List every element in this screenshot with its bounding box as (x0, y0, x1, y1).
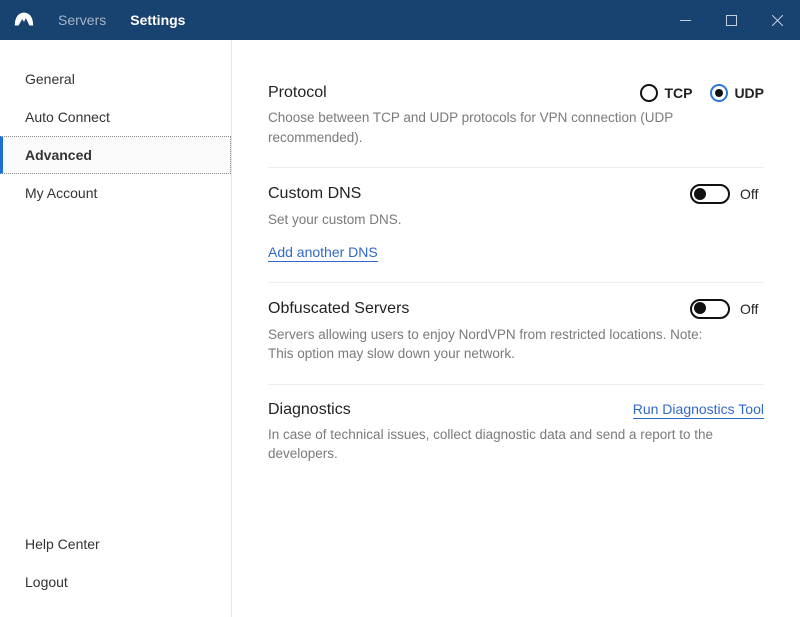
sidebar-item-general[interactable]: General (0, 60, 231, 98)
section-obfuscated: Obfuscated Servers Off Servers allowing … (268, 283, 764, 385)
protocol-radio-udp[interactable]: UDP (710, 84, 764, 102)
toggle-knob-icon (694, 302, 706, 314)
top-tabs: Servers Settings (58, 12, 185, 28)
mountain-logo-icon (13, 9, 35, 31)
section-custom-dns: Custom DNS Off Set your custom DNS. Add … (268, 168, 764, 283)
app-body: General Auto Connect Advanced My Account… (0, 40, 800, 617)
sidebar-item-auto-connect[interactable]: Auto Connect (0, 98, 231, 136)
settings-content: Protocol TCP UDP Choose between TCP and … (232, 40, 800, 617)
protocol-desc: Choose between TCP and UDP protocols for… (268, 108, 728, 147)
run-diagnostics-link[interactable]: Run Diagnostics Tool (633, 401, 764, 419)
radio-circle-icon (710, 84, 728, 102)
window-controls (662, 0, 800, 40)
obfuscated-toggle[interactable]: Off (690, 299, 764, 319)
protocol-radio-tcp[interactable]: TCP (640, 84, 692, 102)
sidebar-item-my-account[interactable]: My Account (0, 174, 231, 212)
settings-sidebar: General Auto Connect Advanced My Account… (0, 40, 232, 617)
add-dns-link[interactable]: Add another DNS (268, 244, 378, 262)
tab-servers[interactable]: Servers (58, 12, 106, 28)
titlebar: Servers Settings (0, 0, 800, 40)
protocol-title: Protocol (268, 84, 327, 102)
dns-toggle-label: Off (740, 186, 764, 202)
maximize-icon (726, 15, 737, 26)
tab-settings[interactable]: Settings (130, 12, 185, 28)
toggle-track-icon (690, 299, 730, 319)
obfuscated-desc: Servers allowing users to enjoy NordVPN … (268, 325, 728, 364)
radio-label-tcp: TCP (664, 85, 692, 101)
sidebar-bottom: Help Center Logout (0, 525, 231, 617)
diagnostics-desc: In case of technical issues, collect dia… (268, 425, 728, 464)
close-button[interactable] (754, 0, 800, 40)
dns-desc: Set your custom DNS. (268, 210, 728, 230)
minimize-icon (680, 15, 691, 26)
sidebar-item-advanced[interactable]: Advanced (0, 136, 231, 174)
diagnostics-title: Diagnostics (268, 401, 351, 419)
app-logo (0, 9, 48, 31)
minimize-button[interactable] (662, 0, 708, 40)
section-protocol: Protocol TCP UDP Choose between TCP and … (268, 68, 764, 168)
radio-circle-icon (640, 84, 658, 102)
close-icon (772, 15, 783, 26)
obfuscated-title: Obfuscated Servers (268, 300, 409, 318)
maximize-button[interactable] (708, 0, 754, 40)
toggle-track-icon (690, 184, 730, 204)
toggle-knob-icon (694, 188, 706, 200)
radio-dot-icon (715, 89, 723, 97)
sidebar-item-help-center[interactable]: Help Center (0, 525, 231, 563)
protocol-options: TCP UDP (640, 84, 764, 102)
radio-label-udp: UDP (734, 85, 764, 101)
dns-toggle[interactable]: Off (690, 184, 764, 204)
dns-title: Custom DNS (268, 185, 361, 203)
sidebar-item-logout[interactable]: Logout (0, 563, 231, 601)
obfuscated-toggle-label: Off (740, 301, 764, 317)
section-diagnostics: Diagnostics Run Diagnostics Tool In case… (268, 385, 764, 484)
